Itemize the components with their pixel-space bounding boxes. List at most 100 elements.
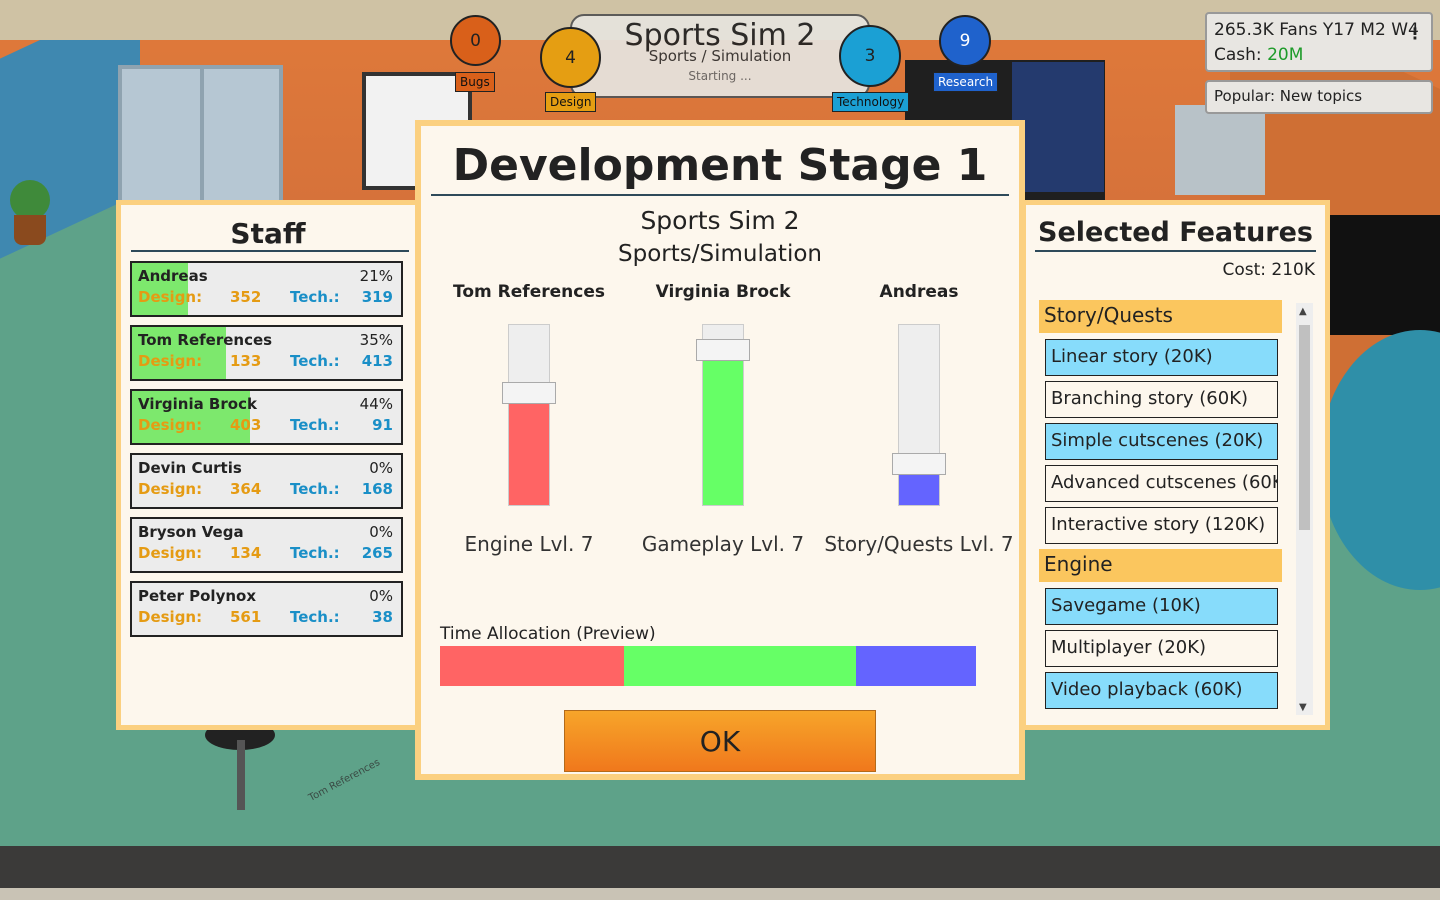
time-allocation-bar — [440, 646, 976, 686]
dialog-game-title: Sports Sim 2 — [640, 206, 800, 235]
design-bubble: 4 — [540, 27, 601, 88]
staff-progress-percent: 35% — [359, 331, 393, 349]
design-stat-label: Design: — [138, 544, 203, 562]
scroll-down-icon[interactable]: ▼ — [1299, 702, 1307, 713]
slider-handle[interactable] — [892, 453, 946, 475]
staff-card-stats: Design: 561 Tech.: 38 — [138, 608, 393, 626]
slider-handle[interactable] — [502, 382, 556, 404]
tech-stat-value: 319 — [361, 288, 393, 306]
staff-card[interactable]: Andreas 21% Design: 352 Tech.: 319 — [130, 261, 403, 317]
tech-stat-label: Tech.: — [290, 480, 340, 498]
dialog-title: Development Stage 1 — [452, 140, 988, 191]
dialog-divider — [431, 194, 1009, 196]
assignment-area-label: Gameplay Lvl. 7 — [641, 532, 805, 556]
features-panel-title: Selected Features — [1038, 217, 1313, 248]
office-chair — [205, 720, 275, 810]
staff-card-stats: Design: 133 Tech.: 413 — [138, 352, 393, 370]
scrollbar-thumb[interactable] — [1299, 325, 1310, 530]
cash-label: Cash: — [1214, 45, 1262, 65]
staff-progress-percent: 0% — [369, 523, 393, 541]
staff-card-header: Devin Curtis 0% — [138, 459, 393, 477]
scroll-up-icon[interactable]: ▲ — [1299, 306, 1307, 317]
tech-stat-value: 265 — [361, 544, 393, 562]
staff-progress-percent: 0% — [369, 459, 393, 477]
assignment-slider-1: Tom References Engine Lvl. 7 — [429, 282, 629, 556]
design-label: Design — [545, 92, 597, 112]
slider-handle[interactable] — [696, 339, 750, 361]
technology-bubble: 3 — [839, 25, 901, 87]
assignment-area-label: Story/Quests Lvl. 7 — [824, 532, 1014, 556]
hud-game-genre: Sports / Simulation — [648, 47, 792, 65]
fans-cash-panel[interactable]: 265.3K Fans Y17 M2 W4 Cash: 20M ⋮ — [1205, 12, 1433, 72]
tech-stat-label: Tech.: — [290, 288, 340, 306]
tech-stat-value: 38 — [372, 608, 393, 626]
staff-name: Bryson Vega — [138, 523, 244, 541]
soda-machine — [1012, 62, 1104, 192]
time-allocation-segment — [440, 646, 624, 686]
staff-divider — [131, 250, 409, 252]
popular-topics-panel: Popular: New topics — [1205, 80, 1433, 114]
staff-card-stats: Design: 134 Tech.: 265 — [138, 544, 393, 562]
design-stat-label: Design: — [138, 480, 203, 498]
staff-card-header: Andreas 21% — [138, 267, 393, 285]
time-allocation-label: Time Allocation (Preview) — [440, 624, 656, 644]
floor-edge — [0, 846, 1440, 890]
tech-stat-label: Tech.: — [290, 416, 340, 434]
feature-category-header: Story/Quests — [1039, 300, 1282, 333]
ok-button[interactable]: OK — [564, 710, 876, 772]
tech-stat-label: Tech.: — [290, 544, 340, 562]
glass-door — [118, 65, 283, 205]
hud-game-status: Starting ... — [688, 69, 752, 83]
cash-line: Cash: 20M — [1214, 43, 1424, 68]
slider-fill — [703, 350, 743, 505]
slider-track[interactable] — [892, 324, 946, 506]
staff-card[interactable]: Devin Curtis 0% Design: 364 Tech.: 168 — [130, 453, 403, 509]
staff-card-stats: Design: 352 Tech.: 319 — [138, 288, 393, 306]
design-stat-value: 133 — [230, 352, 262, 370]
plant-pot — [14, 215, 46, 245]
feature-item[interactable]: Advanced cutscenes (60K) — [1045, 465, 1278, 502]
slider-track[interactable] — [696, 324, 750, 506]
dialog-game-genre: Sports/Simulation — [618, 241, 822, 267]
chair-leg — [237, 740, 245, 810]
feature-item[interactable]: Savegame (10K) — [1045, 588, 1278, 625]
design-stat-value: 364 — [230, 480, 262, 498]
game-title-panel[interactable]: Sports Sim 2 Sports / Simulation Startin… — [570, 14, 870, 98]
staff-card-stats: Design: 364 Tech.: 168 — [138, 480, 393, 498]
technology-label: Technology — [832, 92, 910, 112]
tech-stat-value: 168 — [361, 480, 393, 498]
staff-card-stats: Design: 403 Tech.: 91 — [138, 416, 393, 434]
bugs-label: Bugs — [455, 72, 495, 92]
staff-panel: Staff Andreas 21% Design: 352 Tech.: 319 Tom R… — [116, 200, 420, 730]
slider-track[interactable] — [502, 324, 556, 506]
tech-stat-value: 413 — [361, 352, 393, 370]
staff-card[interactable]: Virginia Brock 44% Design: 403 Tech.: 91 — [130, 389, 403, 445]
features-list: Story/Quests Linear story (20K) Branching … — [1039, 300, 1284, 712]
research-bubble[interactable]: 9 — [939, 15, 991, 67]
assignment-staff-name: Virginia Brock — [655, 282, 791, 302]
research-label[interactable]: Research — [933, 72, 999, 92]
assignment-slider-3: Andreas Story/Quests Lvl. 7 — [819, 282, 1019, 556]
feature-item[interactable]: Multiplayer (20K) — [1045, 630, 1278, 667]
menu-dots-icon[interactable]: ⋮ — [1407, 21, 1423, 46]
features-scrollbar[interactable]: ▲ ▼ — [1296, 303, 1313, 715]
staff-card-header: Tom References 35% — [138, 331, 393, 349]
selected-features-panel: Selected Features Cost: 210K Story/Quest… — [1021, 200, 1330, 730]
feature-item[interactable]: Interactive story (120K) — [1045, 507, 1278, 544]
design-stat-value: 134 — [230, 544, 262, 562]
cash-value: 20M — [1267, 45, 1304, 65]
staff-card[interactable]: Bryson Vega 0% Design: 134 Tech.: 265 — [130, 517, 403, 573]
feature-item[interactable]: Linear story (20K) — [1045, 339, 1278, 376]
tech-stat-value: 91 — [372, 416, 393, 434]
staff-card[interactable]: Peter Polynox 0% Design: 561 Tech.: 38 — [130, 581, 403, 637]
features-divider — [1035, 250, 1316, 252]
feature-item[interactable]: Video playback (60K) — [1045, 672, 1278, 709]
staff-progress-percent: 44% — [359, 395, 393, 413]
feature-item[interactable]: Branching story (60K) — [1045, 381, 1278, 418]
assignment-slider-2: Virginia Brock Gameplay Lvl. 7 — [623, 282, 823, 556]
features-cost: Cost: 210K — [1222, 260, 1315, 280]
feature-item[interactable]: Simple cutscenes (20K) — [1045, 423, 1278, 460]
design-stat-label: Design: — [138, 288, 203, 306]
staff-card[interactable]: Tom References 35% Design: 133 Tech.: 413 — [130, 325, 403, 381]
screen-bottom-strip — [0, 888, 1440, 900]
